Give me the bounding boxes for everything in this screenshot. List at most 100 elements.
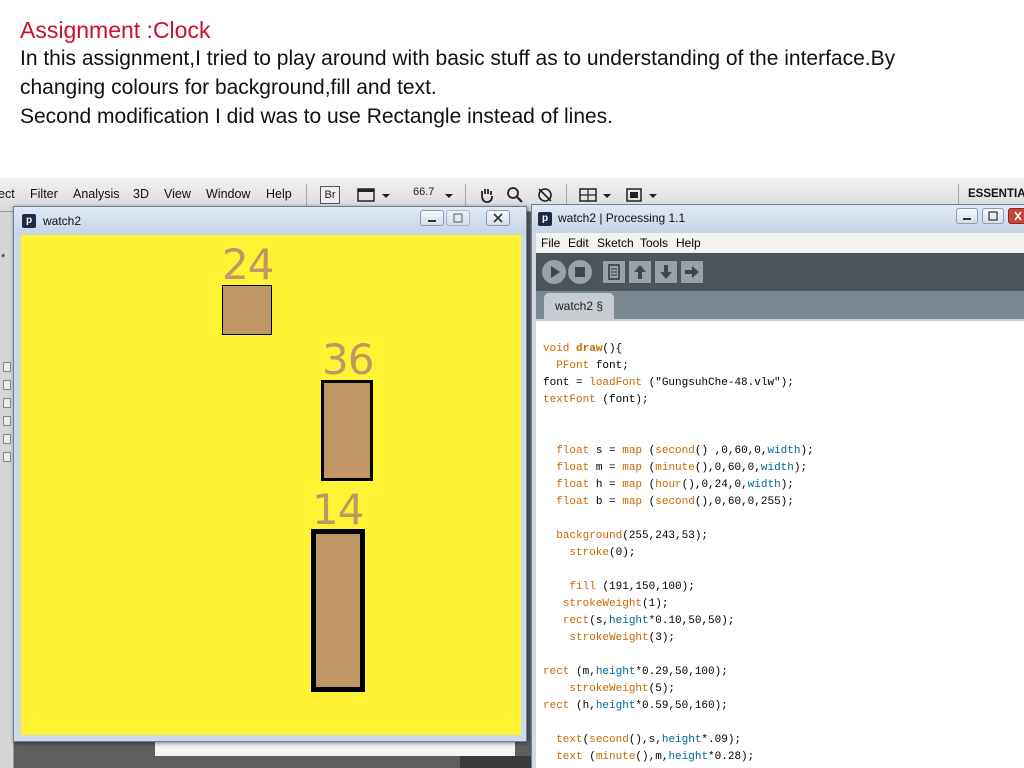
code-line: PFont font; [556,360,629,372]
host-panel-button[interactable] [3,416,11,426]
processing-ide-window: p watch2 | Processing 1.1 File Edit Sket… [531,204,1024,768]
arrow-down-icon [660,265,672,279]
host-status-bar-dark [460,756,540,768]
arrow-up-icon [634,265,646,279]
code-line: rect (h,height*0.59,50,160); [543,700,728,712]
screen-mode-2-button[interactable] [624,186,660,204]
play-icon [551,266,560,278]
export-button[interactable] [681,261,703,283]
code-line: text(second(),s,height*.09); [556,734,742,746]
ide-toolbar [536,253,1024,291]
code-line: fill (191,150,100); [569,581,695,593]
host-menu-select[interactable]: ect [0,187,15,201]
screen-mode-icon [626,188,657,202]
ide-window-title: watch2 | Processing 1.1 [558,211,686,225]
code-line: textFont (font); [543,394,649,406]
host-panel-button[interactable] [3,380,11,390]
host-panel-button[interactable] [3,398,11,408]
minimize-button[interactable] [420,210,444,226]
assignment-title: Assignment :Clock [20,17,211,43]
maximize-icon [988,211,998,221]
ide-minimize-button[interactable] [956,208,978,224]
arrange-icon [579,188,611,202]
toolbar-divider [306,184,307,206]
stop-button[interactable] [568,260,592,284]
save-button[interactable] [655,261,677,283]
rotate-icon [538,188,552,202]
code-line: float m = map (minute(),0,60,0,width); [556,462,808,474]
close-icon [1014,211,1022,221]
ide-menu-tools[interactable]: Tools [640,236,668,250]
zoom-tool-button[interactable] [506,186,524,204]
ide-tabbar: watch2 § [536,291,1024,319]
minute-label: 36 [322,335,374,384]
code-editor[interactable]: void draw(){ PFont font; font = loadFont… [536,321,1024,768]
code-line: stroke(0); [569,547,636,559]
sketch-window: p watch2 24 36 14 [13,206,527,742]
code-line: background(255,243,53); [556,530,709,542]
code-line: strokeWeight(3); [569,632,676,644]
code-line: rect (m,height*0.29,50,100); [543,666,728,678]
ide-menubar: File Edit Sketch Tools Help [536,233,1024,253]
minimize-icon [963,218,971,220]
toolbar-divider [465,184,466,206]
chevron-down-icon [445,194,453,198]
assignment-text-line-2: changing colours for background,fill and… [20,76,437,99]
zoom-dropdown-button[interactable] [443,186,455,204]
code-line: float h = map (hour(),0,24,0,width); [556,479,794,491]
processing-logo-icon: p [538,212,552,226]
hand-tool-button[interactable] [478,186,496,204]
host-menu-filter[interactable]: Filter [30,187,58,201]
assignment-header: Assignment :Clock In this assignment,I t… [20,16,1010,131]
new-button[interactable] [603,261,625,283]
host-panel-button[interactable] [3,434,11,444]
code-line: strokeWeight(5); [569,683,676,695]
run-button[interactable] [542,260,566,284]
ide-close-button[interactable] [1008,208,1024,224]
processing-logo-icon: p [22,214,36,228]
host-tools-panel: * [0,212,14,768]
sketch-titlebar[interactable]: p watch2 [14,207,526,235]
arrange-documents-button[interactable] [578,186,614,204]
ide-menu-edit[interactable]: Edit [568,236,589,250]
host-menu-view[interactable]: View [164,187,191,201]
host-menu-window[interactable]: Window [206,187,250,201]
minute-rect [321,380,373,481]
code-text: void draw(){ PFont font; font = loadFont… [543,341,814,766]
maximize-button[interactable] [446,210,470,226]
new-file-icon [608,264,620,280]
ide-menu-file[interactable]: File [541,236,560,250]
sketch-canvas[interactable]: 24 36 14 [21,235,521,735]
code-line: float b = map (second(),0,60,0,255); [556,496,794,508]
ide-menu-sketch[interactable]: Sketch [597,236,634,250]
second-rect [222,285,272,335]
assignment-text-line-1: In this assignment,I tried to play aroun… [20,47,896,70]
bridge-button[interactable]: Br [320,186,340,204]
workspace-label[interactable]: ESSENTIAL [968,188,1024,200]
host-left-label: * [1,252,6,264]
zoom-level[interactable]: 66.7 [413,186,434,204]
hour-label: 14 [312,485,364,534]
host-menu-analysis[interactable]: Analysis [73,187,120,201]
screen-mode-button[interactable] [356,186,392,204]
tab-watch2[interactable]: watch2 § [544,293,614,319]
rotate-view-button[interactable] [536,186,554,204]
ide-menu-help[interactable]: Help [676,236,701,250]
close-button[interactable] [486,210,510,226]
code-line: strokeWeight(1); [562,598,669,610]
screen-mode-icon [357,188,390,202]
code-line: rect(s,height*0.10,50,50); [562,615,735,627]
stop-icon [575,267,585,277]
host-menu-3d[interactable]: 3D [133,187,149,201]
open-button[interactable] [629,261,651,283]
ide-maximize-button[interactable] [982,208,1004,224]
hour-rect [311,529,365,692]
ide-titlebar[interactable]: p watch2 | Processing 1.1 [532,205,1024,233]
second-label: 24 [222,240,274,289]
host-panel-button[interactable] [3,362,11,372]
minimize-icon [428,220,436,222]
host-panel-button[interactable] [3,452,11,462]
close-icon [493,213,503,223]
code-line: void draw(){ [543,343,623,355]
host-menu-help[interactable]: Help [266,187,292,201]
